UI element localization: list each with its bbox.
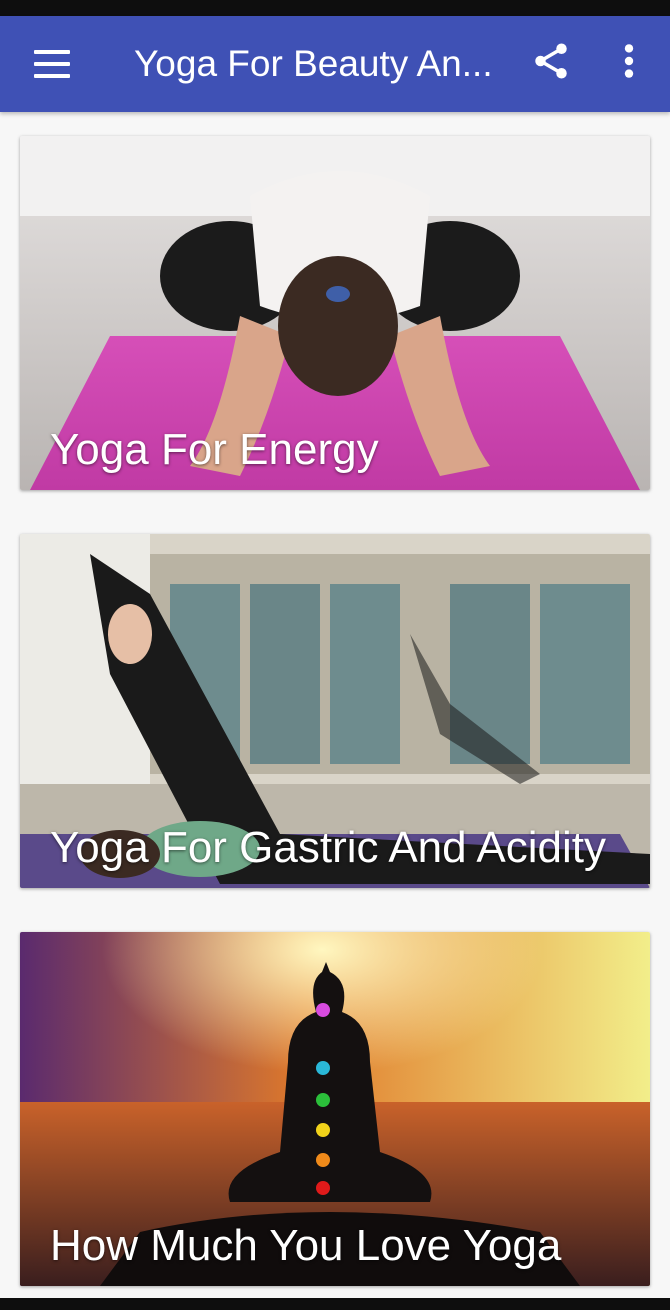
card-yoga-for-energy[interactable]: Yoga For Energy (20, 136, 650, 490)
card-title: How Much You Love Yoga (50, 1221, 562, 1270)
card-title: Yoga For Energy (50, 425, 379, 474)
navigation-bar (0, 1298, 670, 1310)
card-title: Yoga For Gastric And Acidity (50, 823, 606, 872)
app-title: Yoga For Beauty An... (134, 43, 493, 84)
hamburger-menu-icon[interactable] (34, 46, 70, 82)
card-list: Yoga For Energy Yoga For Gastric And Aci… (0, 112, 670, 1298)
menu-line (34, 74, 70, 78)
share-icon[interactable] (530, 40, 572, 82)
app-bar: Yoga For Beauty An... (0, 16, 670, 112)
card-how-much-you-love-yoga[interactable]: How Much You Love Yoga (20, 932, 650, 1286)
card-yoga-for-gastric[interactable]: Yoga For Gastric And Acidity (20, 534, 650, 888)
menu-line (34, 62, 70, 66)
status-bar (0, 0, 670, 16)
menu-line (34, 50, 70, 54)
more-vert-icon[interactable] (612, 40, 646, 82)
